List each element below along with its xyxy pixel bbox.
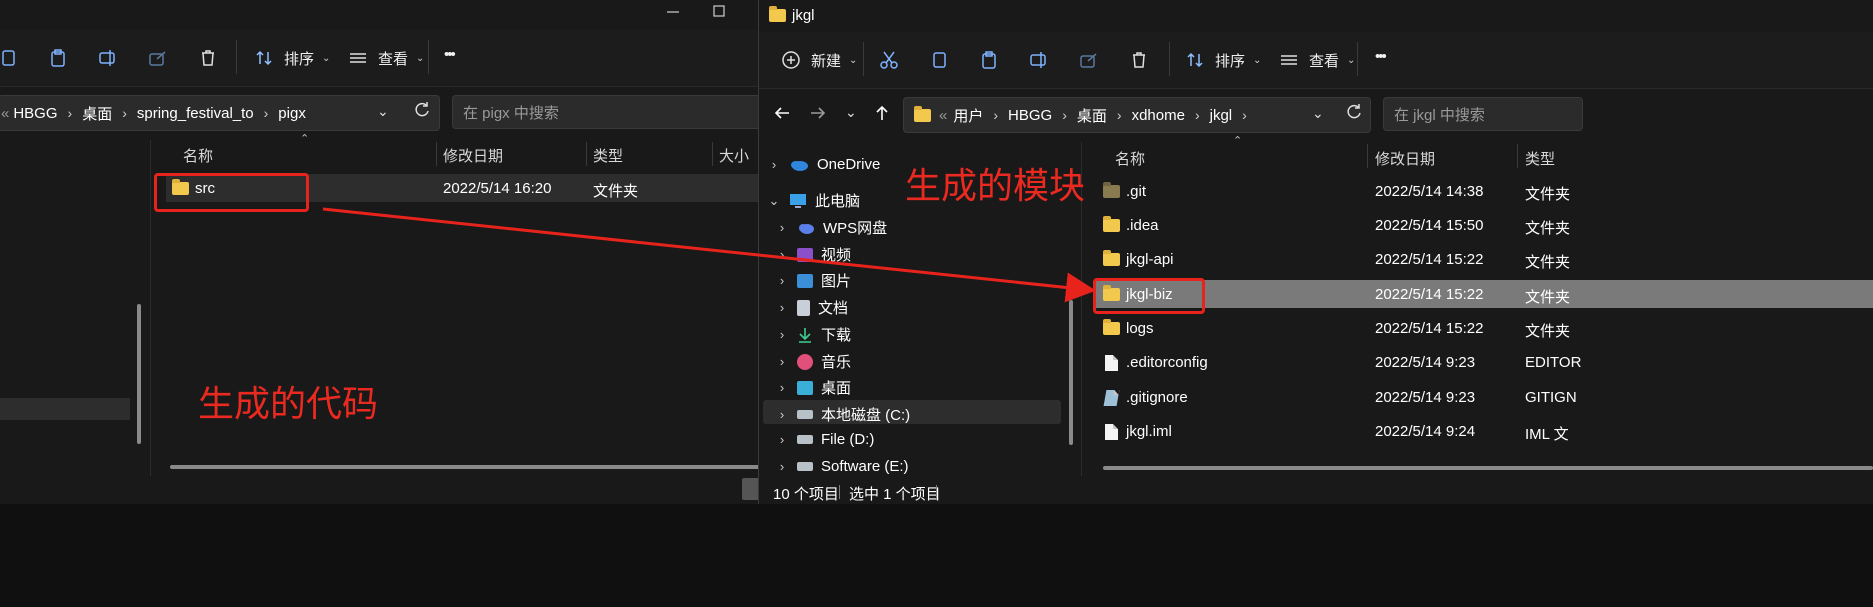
annotation-arrow bbox=[322, 207, 1096, 303]
arrow-line bbox=[322, 207, 1096, 303]
